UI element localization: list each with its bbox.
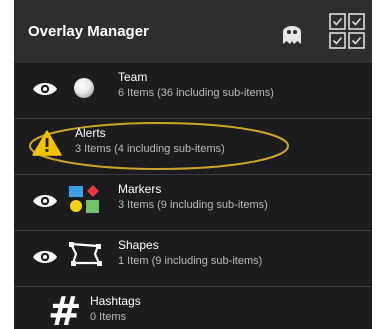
- eye-icon[interactable]: [32, 249, 58, 265]
- eye-icon[interactable]: [32, 81, 58, 97]
- sphere-icon: [74, 78, 94, 98]
- item-name: Hashtags: [90, 294, 141, 308]
- list-item-hashtags[interactable]: # Hashtags 0 Items: [14, 287, 372, 329]
- item-count: 0 Items: [90, 311, 127, 323]
- item-count: 3 Items (9 including sub-items): [118, 199, 268, 211]
- item-count: 1 Item (9 including sub-items): [118, 255, 263, 267]
- list-item-markers[interactable]: Markers 3 Items (9 including sub-items): [14, 175, 372, 231]
- overlay-manager-panel: Overlay Manager Team 6 Items (36 includi…: [14, 0, 372, 329]
- item-name: Alerts: [75, 126, 106, 140]
- checklist-grid-icon[interactable]: [329, 13, 365, 49]
- background-margin: [372, 0, 385, 329]
- list-item-shapes[interactable]: Shapes 1 Item (9 including sub-items): [14, 231, 372, 287]
- hashtag-icon: #: [48, 289, 82, 329]
- page-title: Overlay Manager: [28, 23, 149, 40]
- markers-icon: [69, 185, 99, 213]
- app-header: Overlay Manager: [14, 0, 372, 63]
- item-count: 3 Items (4 including sub-items): [75, 143, 225, 155]
- ghost-icon[interactable]: [281, 20, 303, 46]
- warning-icon: [32, 130, 62, 156]
- list-item-alerts[interactable]: Alerts 3 Items (4 including sub-items): [14, 119, 372, 175]
- shapes-icon: [69, 242, 102, 266]
- eye-icon[interactable]: [32, 193, 58, 209]
- list-item-team[interactable]: Team 6 Items (36 including sub-items): [14, 63, 372, 119]
- item-name: Shapes: [118, 238, 159, 252]
- item-name: Markers: [118, 182, 162, 196]
- item-count: 6 Items (36 including sub-items): [118, 87, 274, 99]
- item-name: Team: [118, 70, 148, 84]
